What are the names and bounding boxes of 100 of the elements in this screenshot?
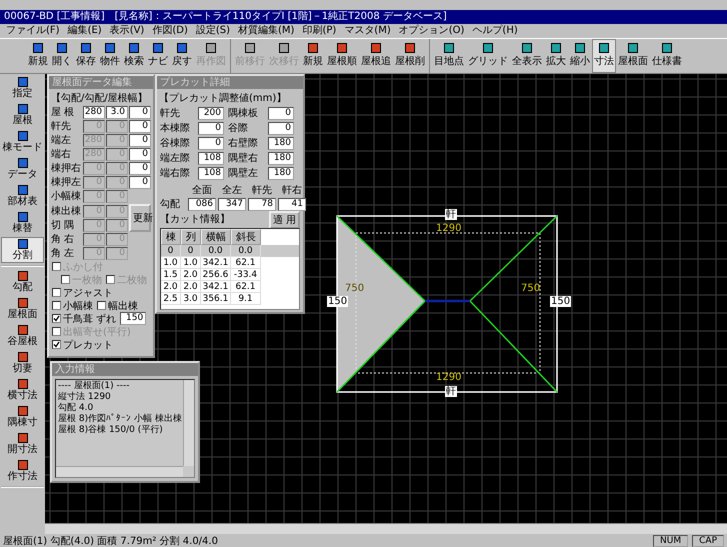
input-field[interactable]: 347 (218, 198, 246, 212)
table-row[interactable]: 2.5 3.0 356.1 9.1 (161, 293, 299, 306)
input-field[interactable]: 0 (129, 134, 151, 148)
input-field[interactable]: 0 (268, 107, 294, 120)
side-tool-button[interactable]: 横寸法 (1, 377, 44, 404)
toolbar-button[interactable]: ナビ (146, 38, 170, 73)
page-icon (337, 43, 347, 54)
horizontal-scrollbar[interactable] (56, 466, 183, 478)
side-tool-button[interactable]: 棟替 (1, 210, 44, 236)
menu-item[interactable]: オプション(O) (398, 24, 464, 38)
side-tool-button[interactable]: 棟モード (1, 129, 44, 156)
input-field[interactable]: 78 (248, 198, 276, 212)
side-tool-button[interactable]: 切妻 (1, 350, 44, 376)
toolbar-button[interactable]: 屋根追 (359, 38, 393, 73)
toolbar-button[interactable]: 屋根削 (393, 38, 427, 73)
toolbar-button[interactable]: 全表示 (510, 38, 544, 73)
page-icon (18, 406, 28, 416)
side-tool-button[interactable]: 屋根面 (1, 296, 44, 322)
page-icon (575, 43, 585, 54)
toolbar-button[interactable]: 寸法 (592, 38, 616, 73)
toolbar-button[interactable]: 目地点 (432, 38, 466, 73)
column-header: 横幅 (201, 229, 231, 246)
checkbox[interactable]: 千鳥葺 ずれ (52, 312, 116, 326)
input-field[interactable]: 180 (268, 167, 294, 180)
input-field[interactable]: 41 (278, 198, 306, 212)
input-field[interactable]: 086 (188, 198, 216, 212)
side-tool-button[interactable]: 分割 (1, 237, 44, 264)
input-field[interactable]: 0 (129, 106, 151, 120)
page-icon (18, 185, 28, 196)
input-field[interactable]: 0 (129, 176, 151, 190)
input-field[interactable]: 0 (129, 120, 151, 134)
page-icon (18, 212, 28, 222)
apply-button[interactable]: 適 用 (268, 210, 300, 229)
update-button[interactable]: 更新 (129, 204, 151, 232)
horizontal-scrollbar[interactable] (45, 523, 727, 534)
toolbar-button[interactable]: 屋根面 (616, 38, 650, 73)
side-tool-button[interactable]: 隅棟寸 (1, 404, 44, 430)
side-tool-button[interactable]: 勾配 (1, 269, 44, 296)
input-field[interactable]: 0 (198, 122, 224, 136)
info-line: 屋根 8)作図ﾊﾟﾀｰﾝ 小幅 棟出棟 (58, 414, 182, 424)
toolbar-button[interactable]: 新規 (301, 38, 325, 73)
checkbox[interactable]: 幅出棟 (97, 298, 138, 313)
toolbar-button[interactable]: 戻す (170, 38, 194, 73)
input-field[interactable]: 108 (198, 152, 224, 166)
table-row[interactable]: 0 0 0.0 0.0 (161, 245, 299, 258)
input-field[interactable]: 0 (129, 148, 151, 162)
menu-item[interactable]: 材質編集(M) (238, 24, 294, 38)
toolbar-button[interactable]: 仕様書 (650, 38, 684, 73)
menu-item[interactable]: マスタ(M) (344, 24, 391, 38)
toolbar-button[interactable]: 物件 (98, 38, 122, 73)
column-header: 全左 (221, 184, 243, 198)
toolbar-button[interactable]: グリッド (466, 38, 510, 73)
table-row[interactable]: 2.0 2.0 342.1 62.1 (161, 281, 299, 294)
menu-item[interactable]: 作図(D) (152, 24, 188, 38)
toolbar-button[interactable]: 屋根順 (325, 38, 359, 73)
menu-item[interactable]: 編集(E) (68, 24, 102, 38)
drawing-canvas[interactable] (45, 74, 727, 524)
toolbar-button[interactable]: 検索 (122, 38, 146, 73)
input-field[interactable]: 108 (198, 167, 224, 180)
menu-item[interactable]: ファイル(F) (6, 24, 60, 38)
field-label: 谷際 (228, 122, 249, 136)
input-field[interactable]: 0 (198, 137, 224, 150)
input-field[interactable]: 0 (268, 122, 294, 136)
checkbox[interactable]: 小幅棟 (52, 298, 93, 313)
checkbox[interactable]: プレカット (52, 338, 113, 352)
input-field[interactable]: 180 (268, 137, 294, 150)
menu-item[interactable]: 印刷(P) (302, 24, 336, 38)
toolbar-button[interactable]: 拡大 (544, 38, 568, 73)
side-tool-button[interactable]: 指定 (1, 75, 44, 102)
info-text-area[interactable]: ---- 屋根面(1) ---- 縦寸法 1290 勾配 4.0 屋根 8)作図ﾊﾟﾀｰﾝ 小幅 棟出棟 屋根 8)谷棟 150/0 (平行) (55, 379, 195, 478)
input-field[interactable]: 280 (83, 106, 105, 120)
menu-item[interactable]: 表示(V) (110, 24, 144, 38)
side-tool-button[interactable]: データ (1, 156, 44, 182)
toolbar-button[interactable]: 保存 (74, 38, 98, 73)
toolbar-button[interactable]: 縮小 (568, 38, 592, 73)
side-tool-button[interactable]: 作寸法 (1, 458, 44, 484)
column-header: 軒先 (251, 184, 273, 198)
field-label: 軒先 (160, 107, 181, 120)
side-tool-button[interactable]: 部材表 (1, 183, 44, 210)
info-line: 勾配 4.0 (58, 403, 94, 414)
input-field[interactable]: 3.0 (106, 106, 128, 120)
menu-item[interactable]: ヘルプ(H) (472, 24, 518, 38)
page-icon (18, 239, 28, 250)
menu-item[interactable]: 設定(S) (196, 24, 230, 38)
toolbar-button[interactable]: 開く (50, 38, 74, 73)
input-field[interactable]: 200 (198, 107, 224, 120)
side-tool-button[interactable]: 開寸法 (1, 431, 44, 458)
table-row[interactable]: 1.5 2.0 256.6 -33.4 (161, 269, 299, 282)
vertical-scrollbar[interactable] (183, 380, 194, 466)
table-row[interactable]: 1.0 1.0 342.1 62.1 (161, 257, 299, 270)
input-field[interactable]: 180 (268, 152, 294, 166)
input-field[interactable]: 0 (129, 162, 151, 176)
side-tool-button[interactable]: 谷屋根 (1, 323, 44, 350)
page-icon (33, 43, 43, 54)
column-header: 列 (181, 229, 201, 246)
toolbar-button[interactable]: 新規 (26, 38, 50, 73)
input-field[interactable]: 150 (120, 312, 146, 326)
side-tool-button[interactable]: 屋根 (1, 102, 44, 128)
page-icon (105, 43, 115, 54)
checkbox[interactable]: アジャスト (52, 286, 113, 300)
